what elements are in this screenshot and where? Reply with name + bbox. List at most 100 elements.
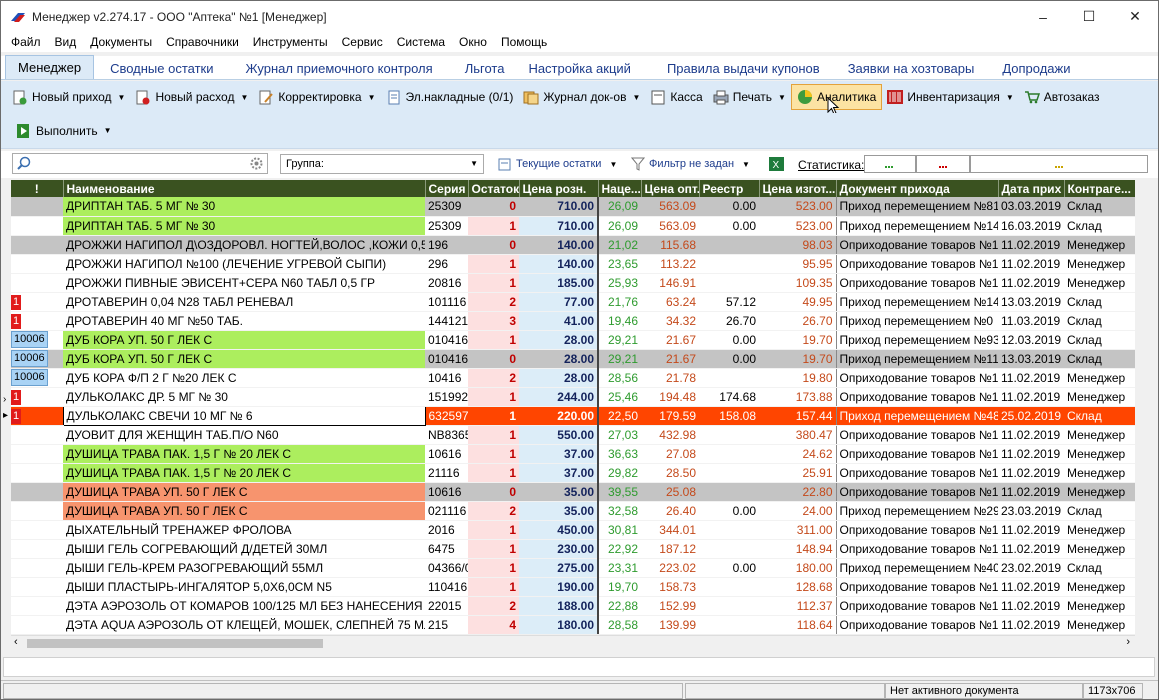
close-button[interactable]: ✕ — [1112, 1, 1158, 32]
table-row[interactable]: ДЫШИ ПЛАСТЫРЬ-ИНГАЛЯТОР 5,0Х6,0СМ N5 1104… — [11, 577, 1135, 597]
gear-icon[interactable] — [249, 156, 264, 171]
table-row[interactable]: ДЫШИ ГЕЛЬ СОГРЕВАЮЩИЙ Д/ДЕТЕЙ 30МЛ 6475 1 2… — [11, 539, 1135, 559]
table-row[interactable]: ДРИПТАН ТАБ. 5 МГ № 30 25309 0 710.00 26,09 5… — [11, 197, 1135, 217]
row-series: 010416 — [425, 349, 468, 369]
col-series[interactable]: Серия — [425, 180, 469, 197]
menu-system[interactable]: Система — [390, 35, 452, 49]
row-series: 110416 — [425, 577, 468, 597]
table-row[interactable]: 1 ДУЛЬКОЛАКС ДР. 5 МГ № 30 151992 1 244.00 25… — [11, 387, 1135, 407]
table-row[interactable]: ДЭТА AQUA АЭРОЗОЛЬ ОТ КЛЕЩЕЙ, МОШЕК, СЛЕ… — [11, 615, 1135, 634]
menu-references[interactable]: Справочники — [159, 35, 246, 49]
table-row[interactable]: ДРОЖЖИ НАГИПОЛ Д\ОЗДОРОВЛ. НОГТЕЙ,ВОЛОС … — [11, 235, 1135, 255]
row-flag — [11, 235, 63, 255]
col-manufacturer-price[interactable]: Цена изгот... — [759, 180, 837, 197]
filter-button[interactable]: Фильтр не задан ▼ — [631, 154, 750, 174]
col-flag[interactable]: ! — [11, 180, 64, 197]
col-markup[interactable]: Наце... — [598, 180, 642, 197]
row-flag — [11, 577, 63, 597]
table-row[interactable]: ДРОЖЖИ ПИВНЫЕ ЭВИСЕНТ+СЕРА N60 ТАБЛ 0,5 … — [11, 273, 1135, 293]
current-stock-button[interactable]: Текущие остатки ▼ — [498, 154, 617, 174]
execute-button[interactable]: Выполнить ▼ — [11, 118, 117, 144]
pie-chart-icon — [797, 89, 813, 105]
tab-manager[interactable]: Менеджер — [5, 55, 95, 79]
doc-plus-icon — [12, 89, 28, 105]
table-row[interactable]: 1ДУЛЬКОЛАКС СВЕЧИ 10 МГ № 663259741220.0… — [11, 405, 1135, 426]
row-contractor: Склад — [1064, 216, 1135, 236]
cash-button[interactable]: Касса — [645, 84, 707, 110]
table-row[interactable]: ДЫХАТЕЛЬНЫЙ ТРЕНАЖЕР ФРОЛОВА 2016 1 450.00 3… — [11, 520, 1135, 540]
table-row[interactable]: ДРИПТАН ТАБ. 5 МГ № 30 25309 1 710.00 26,09 5… — [11, 216, 1135, 236]
row-retail-price: 35.00 — [519, 501, 599, 521]
status-segment-2 — [685, 683, 885, 699]
table-row[interactable]: 10006 ДУБ КОРА УП. 50 Г ЛЕК С 010416 1 28.00… — [11, 330, 1135, 350]
table-row[interactable]: ДУШИЦА ТРАВА УП. 50 Г ЛЕК С 021116 2 35.00 3… — [11, 501, 1135, 521]
row-series: 10416 — [425, 368, 468, 388]
row-income-doc: Приход перемещением №295 — [836, 501, 998, 521]
tab-summary-stock[interactable]: Сводные остатки — [98, 57, 225, 79]
table-row[interactable]: 1 ДРОТАВЕРИН 0,04 N28 ТАБЛ РЕНЕВАЛ 101116 2… — [11, 292, 1135, 312]
row-income-date: 11.02.2019 — [998, 273, 1064, 293]
tab-benefit[interactable]: Льгота — [453, 57, 517, 79]
tab-acceptance-journal[interactable]: Журнал приемочного контроля — [234, 57, 445, 79]
menu-window[interactable]: Окно — [452, 35, 494, 49]
maximize-button[interactable]: ☐ — [1066, 1, 1112, 32]
horizontal-scrollbar[interactable]: ‹ › — [11, 635, 1135, 650]
el-invoices-button[interactable]: Эл.накладные (0/1) — [381, 84, 519, 110]
table-row[interactable]: 10006 ДУБ КОРА УП. 50 Г ЛЕК С 010416 0 28.00… — [11, 349, 1135, 369]
menu-documents[interactable]: Документы — [83, 35, 159, 49]
menu-file[interactable]: Файл — [4, 35, 48, 49]
scrollbar-thumb[interactable] — [27, 639, 323, 648]
col-registry[interactable]: Реестр — [699, 180, 760, 197]
table-row[interactable]: 1ДРОТАВЕРИН 40 МГ №50 ТАБ.1441216341.001… — [11, 311, 1135, 331]
menu-view[interactable]: Вид — [48, 35, 84, 49]
tab-upsell[interactable]: Допродажи — [990, 57, 1082, 79]
scroll-left-icon[interactable]: ‹ — [14, 636, 18, 648]
col-wholesale-price[interactable]: Цена опт. — [641, 180, 700, 197]
tab-bar: Менеджер Сводные остатки Журнал приемочн… — [1, 55, 1158, 80]
minimize-button[interactable]: – — [1020, 1, 1066, 32]
analytics-label: Аналитика — [816, 90, 877, 104]
stock-grid[interactable]: ! Наименование Серия Остаток Цена розн. … — [11, 180, 1135, 634]
filter-bar: Группа: ▼ Текущие остатки ▼ Фильтр не зад… — [1, 151, 1158, 178]
col-name[interactable]: Наименование — [63, 180, 426, 197]
correction-button[interactable]: Корректировка ▼ — [253, 84, 380, 110]
row-income-doc: Оприходование товаров №1 — [836, 596, 998, 616]
table-row[interactable]: ДЫШИ ГЕЛЬ-КРЕМ РАЗОГРЕВАЮЩИЙ 55МЛ 04366/0… — [11, 558, 1135, 578]
autoorder-button[interactable]: Автозаказ — [1019, 84, 1105, 110]
inventory-button[interactable]: Инвентаризация ▼ — [882, 84, 1018, 110]
table-row[interactable]: ДУШИЦА ТРАВА УП. 50 Г ЛЕК С 10616 0 35.00 39… — [11, 482, 1135, 502]
col-income-doc[interactable]: Документ прихода — [836, 180, 999, 197]
col-stock[interactable]: Остаток — [468, 180, 520, 197]
table-row[interactable]: ДРОЖЖИ НАГИПОЛ №100 (ЛЕЧЕНИЕ УГРЕВОЙ СЫП… — [11, 254, 1135, 274]
row-stock: 0 — [468, 235, 519, 255]
tab-promo-settings[interactable]: Настройка акций — [516, 57, 643, 79]
row-contractor: Менеджер — [1064, 235, 1135, 255]
row-markup: 29,21 — [598, 330, 641, 350]
tab-coupon-rules[interactable]: Правила выдачи купонов — [655, 57, 832, 79]
doc-journal-button[interactable]: Журнал док-ов ▼ — [518, 84, 645, 110]
table-row[interactable]: ДУОВИТ ДЛЯ ЖЕНЩИН ТАБ.П/О N60 NB8365 1 550.… — [11, 425, 1135, 445]
col-income-date[interactable]: Дата прих — [998, 180, 1065, 197]
menu-tools[interactable]: Инструменты — [246, 35, 335, 49]
scroll-right-icon[interactable]: › — [1126, 636, 1130, 648]
group-select[interactable]: Группа: ▼ — [280, 154, 484, 174]
row-stock: 1 — [468, 254, 519, 274]
print-button[interactable]: Печать ▼ — [708, 84, 791, 110]
row-registry — [699, 577, 759, 597]
col-retail-price[interactable]: Цена розн. — [519, 180, 599, 197]
table-row[interactable]: 10006 ДУБ КОРА Ф/П 2 Г №20 ЛЕК С 10416 2 28.… — [11, 368, 1135, 388]
row-manufacturer-price: 19.70 — [759, 330, 837, 350]
statistics-label[interactable]: Статистика: — [798, 158, 864, 172]
new-income-button[interactable]: Новый приход ▼ — [7, 84, 130, 110]
row-manufacturer-price: 128.68 — [759, 577, 837, 597]
new-expense-button[interactable]: Новый расход ▼ — [130, 84, 253, 110]
col-contractor[interactable]: Контраге... — [1064, 180, 1135, 197]
table-row[interactable]: ДЭТА АЭРОЗОЛЬ ОТ КОМАРОВ 100/125 МЛ БЕЗ … — [11, 596, 1135, 616]
menu-help[interactable]: Помощь — [494, 35, 554, 49]
table-row[interactable]: ДУШИЦА ТРАВА ПАК. 1,5 Г № 20 ЛЕК С 21116 1… — [11, 463, 1135, 483]
table-row[interactable]: ДУШИЦА ТРАВА ПАК. 1,5 Г № 20 ЛЕК С 10616 1… — [11, 444, 1135, 464]
excel-icon[interactable]: X — [769, 157, 785, 172]
tab-household-orders[interactable]: Заявки на хозтовары — [836, 57, 987, 79]
search-input[interactable] — [12, 153, 268, 174]
menu-service[interactable]: Сервис — [335, 35, 390, 49]
